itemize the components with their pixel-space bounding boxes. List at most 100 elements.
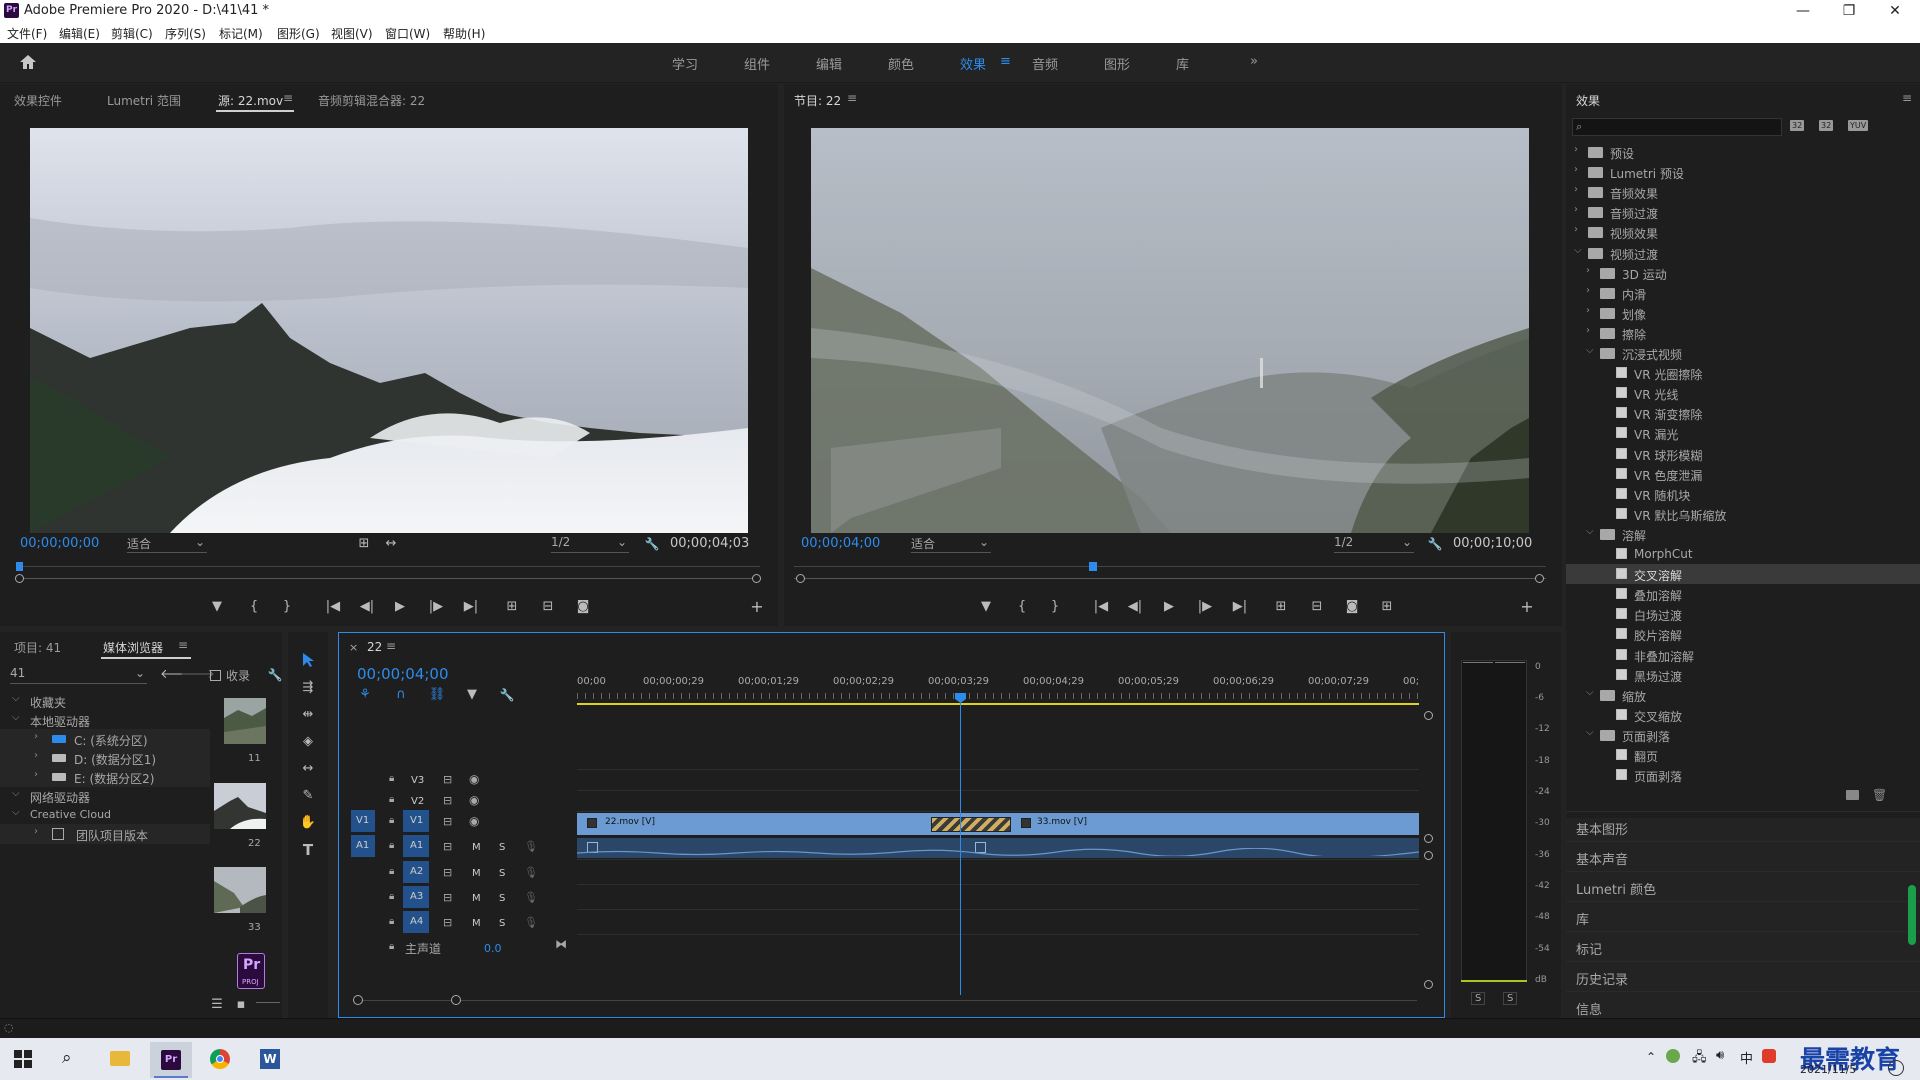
tray-app-icon[interactable]	[1666, 1049, 1680, 1063]
program-fit-dropdown[interactable]: 适合 ⌄	[911, 535, 991, 553]
new-bin-icon[interactable]	[1846, 790, 1859, 800]
effects-tree-item[interactable]: 胶片溶解	[1566, 624, 1920, 644]
time-ruler[interactable]: 00;00 00;00;00;29 00;00;01;29 00;00;02;2…	[577, 676, 1419, 690]
accelerated-effects-icon[interactable]: 32	[1790, 120, 1805, 131]
effects-tree-item[interactable]: ⌵ 页面剥落	[1566, 725, 1920, 745]
sync-lock-icon[interactable]: ⊟	[443, 815, 452, 828]
chevron-right-icon[interactable]: ›	[1574, 184, 1578, 195]
thumbnail-11[interactable]	[224, 698, 266, 744]
ime-side-widget[interactable]	[1908, 885, 1916, 945]
tab-media-menu-icon[interactable]: ≡	[178, 638, 188, 652]
source-playhead[interactable]	[16, 562, 23, 571]
timeline-timecode[interactable]: 00;00;04;00	[357, 665, 449, 683]
tree-drive-e[interactable]: › E: (数据分区2)	[0, 767, 210, 787]
program-video-frame[interactable]	[811, 128, 1529, 533]
file-explorer-icon[interactable]	[110, 1051, 130, 1066]
menu-file[interactable]: 文件(F)	[7, 25, 47, 42]
play-icon[interactable]: ▶	[391, 598, 409, 616]
effects-tree-item[interactable]: VR 光圈擦除	[1566, 363, 1920, 383]
chevron-right-icon[interactable]: ›	[1574, 224, 1578, 235]
step-forward-icon[interactable]: |▶	[425, 598, 447, 616]
track-target-a2[interactable]: A2	[403, 861, 429, 883]
effects-tree-item[interactable]: › 划像	[1566, 303, 1920, 323]
close-sequence-icon[interactable]: ×	[349, 641, 358, 654]
program-timecode[interactable]: 00;00;04;00	[801, 536, 880, 551]
effects-panel-title[interactable]: 效果	[1576, 92, 1600, 109]
effects-tree-item[interactable]: › 音频过渡	[1566, 202, 1920, 222]
effects-tree-item[interactable]: MorphCut	[1566, 544, 1920, 564]
chevron-down-icon[interactable]: ⌵	[1586, 526, 1594, 537]
back-arrow-icon[interactable]: 🡐	[160, 666, 195, 684]
play-icon[interactable]: ▶	[1160, 598, 1178, 616]
volume-icon[interactable]: 🔊︎	[1716, 1048, 1724, 1063]
effects-tree-item[interactable]: 白场过渡	[1566, 604, 1920, 624]
tree-local-drives[interactable]: ⌵ 本地驱动器	[0, 710, 210, 730]
source-zoom-handle-left[interactable]	[15, 574, 24, 583]
tree-drive-d[interactable]: › D: (数据分区1)	[0, 748, 210, 768]
menu-graphics[interactable]: 图形(G)	[277, 25, 320, 42]
mark-in-icon[interactable]: {	[1013, 598, 1031, 616]
tree-drive-c[interactable]: › C: (系统分区)	[0, 729, 210, 749]
source-patch-v1[interactable]: V1	[351, 810, 375, 832]
sync-lock-icon[interactable]: ⊟	[443, 891, 452, 904]
effects-tree-item[interactable]: VR 色度泄漏	[1566, 464, 1920, 484]
effects-tree-item[interactable]: VR 光线	[1566, 383, 1920, 403]
go-to-out-icon[interactable]: ▶|	[460, 598, 482, 616]
effects-tree-item[interactable]: VR 漏光	[1566, 423, 1920, 443]
thumbnail-zoom-slider[interactable]	[256, 1002, 280, 1003]
step-back-icon[interactable]: ◀|	[1124, 598, 1146, 616]
zoom-handle-right[interactable]	[451, 995, 461, 1005]
effects-tree-item[interactable]: › 擦除	[1566, 323, 1920, 343]
effects-menu-icon[interactable]: ≡	[1902, 91, 1912, 105]
lock-icon[interactable]: 🔒︎	[389, 941, 394, 952]
add-marker-icon[interactable]: ▼	[208, 598, 226, 616]
pen-tool-icon[interactable]: ✎	[299, 787, 317, 805]
menu-view[interactable]: 视图(V)	[331, 25, 373, 42]
more-workspaces-icon[interactable]: »	[1250, 54, 1258, 69]
tree-network-drives[interactable]: ⌵ 网络驱动器	[0, 786, 210, 806]
sync-lock-icon[interactable]: ⊟	[443, 840, 452, 853]
go-to-out-icon[interactable]: ▶|	[1229, 598, 1251, 616]
chevron-right-icon[interactable]: ›	[1574, 164, 1578, 175]
effects-tree-item[interactable]: ⌵ 溶解	[1566, 524, 1920, 544]
track-label-v2[interactable]: V2	[411, 796, 424, 807]
program-resolution-dropdown[interactable]: 1/2 ⌄	[1334, 535, 1414, 553]
effects-tree-item[interactable]: › 音频效果	[1566, 182, 1920, 202]
export-frame-icon[interactable]: ◙	[574, 598, 592, 616]
track-target-a4[interactable]: A4	[403, 911, 429, 933]
effects-tree-item[interactable]: › 内滑	[1566, 283, 1920, 303]
effects-tree-item[interactable]: ⌵ 沉浸式视频	[1566, 343, 1920, 363]
chevron-right-icon[interactable]: ›	[1586, 325, 1590, 336]
hand-tool-icon[interactable]: ✋	[299, 814, 317, 832]
step-back-icon[interactable]: ◀|	[356, 598, 378, 616]
source-zoom-bar[interactable]	[16, 578, 760, 579]
chevron-down-icon[interactable]: ⌵	[1586, 687, 1594, 698]
source-drag-icon[interactable]: ↔	[382, 535, 400, 553]
insert-icon[interactable]: ⊞	[503, 598, 521, 616]
vertical-scroll-handle[interactable]	[1424, 711, 1433, 720]
type-tool-icon[interactable]: T	[299, 841, 317, 859]
sync-lock-icon[interactable]: ⊟	[443, 866, 452, 879]
chevron-right-icon[interactable]: ›	[1574, 144, 1578, 155]
eye-icon[interactable]: ◉	[469, 772, 479, 786]
effects-tree-item[interactable]: 叠加溶解	[1566, 584, 1920, 604]
ingest-settings-wrench-icon[interactable]: 🔧	[266, 666, 284, 684]
lock-icon[interactable]: 🔒︎	[389, 891, 394, 902]
timeline-settings-wrench-icon[interactable]: 🔧	[498, 686, 516, 704]
track-label-v3[interactable]: V3	[411, 775, 424, 786]
chevron-right-icon[interactable]: ›	[1586, 285, 1590, 296]
wrench-icon[interactable]: 🔧	[643, 535, 661, 553]
wrench-icon[interactable]: 🔧	[1426, 535, 1444, 553]
source-video-frame[interactable]	[30, 128, 748, 533]
button-editor-add-icon[interactable]: +	[1518, 598, 1536, 616]
tab-project[interactable]: 项目: 41	[14, 639, 61, 656]
mute-button[interactable]: M	[472, 918, 481, 929]
mute-button[interactable]: M	[472, 842, 481, 853]
tab-program[interactable]: 节目: 22	[794, 92, 841, 109]
source-timecode[interactable]: 00;00;00;00	[20, 536, 99, 551]
effects-tree-item[interactable]: VR 渐变擦除	[1566, 403, 1920, 423]
tab-source[interactable]: 源: 22.mov	[218, 92, 283, 109]
mark-out-icon[interactable]: }	[1046, 598, 1064, 616]
ingest-checkbox[interactable]	[210, 670, 221, 681]
lock-icon[interactable]: 🔒︎	[389, 840, 394, 851]
